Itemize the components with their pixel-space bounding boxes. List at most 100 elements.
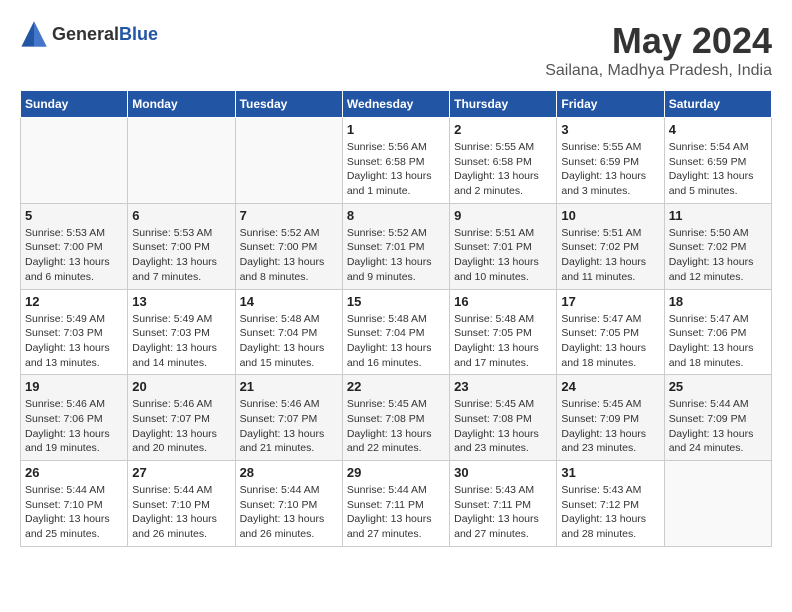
day-info: Sunrise: 5:55 AMSunset: 6:58 PMDaylight:… — [454, 140, 552, 199]
day-number: 24 — [561, 379, 659, 394]
day-number: 30 — [454, 465, 552, 480]
calendar-cell: 25Sunrise: 5:44 AMSunset: 7:09 PMDayligh… — [664, 375, 771, 461]
day-number: 16 — [454, 294, 552, 309]
day-info: Sunrise: 5:50 AMSunset: 7:02 PMDaylight:… — [669, 226, 767, 285]
calendar-cell: 28 Sunrise: 5:44 AMSunset: 7:10 PMDayligh… — [235, 461, 342, 547]
day-info: Sunrise: 5:52 AMSunset: 7:01 PMDaylight:… — [347, 226, 445, 285]
calendar-cell: 19Sunrise: 5:46 AMSunset: 7:06 PMDayligh… — [21, 375, 128, 461]
day-number: 11 — [669, 208, 767, 223]
calendar-cell: 7Sunrise: 5:52 AMSunset: 7:00 PMDaylight… — [235, 203, 342, 289]
calendar-cell: 4 Sunrise: 5:54 AMSunset: 6:59 PMDaylight… — [664, 118, 771, 204]
day-number: 8 — [347, 208, 445, 223]
day-info: Sunrise: 5:47 AMSunset: 7:05 PMDaylight:… — [561, 312, 659, 371]
day-number: 29 — [347, 465, 445, 480]
calendar-cell: 20 Sunrise: 5:46 AMSunset: 7:07 PMDayligh… — [128, 375, 235, 461]
day-info: Sunrise: 5:56 AMSunset: 6:58 PMDaylight:… — [347, 140, 445, 199]
weekday-header: Saturday — [664, 91, 771, 118]
calendar-cell: 22 Sunrise: 5:45 AMSunset: 7:08 PMDayligh… — [342, 375, 449, 461]
day-info: Sunrise: 5:48 AMSunset: 7:04 PMDaylight:… — [240, 312, 338, 371]
day-number: 6 — [132, 208, 230, 223]
day-number: 10 — [561, 208, 659, 223]
day-number: 15 — [347, 294, 445, 309]
weekday-header: Sunday — [21, 91, 128, 118]
calendar-cell: 1 Sunrise: 5:56 AMSunset: 6:58 PMDaylight… — [342, 118, 449, 204]
day-info: Sunrise: 5:51 AMSunset: 7:01 PMDaylight:… — [454, 226, 552, 285]
day-number: 28 — [240, 465, 338, 480]
day-info: Sunrise: 5:48 AMSunset: 7:04 PMDaylight:… — [347, 312, 445, 371]
calendar-cell — [235, 118, 342, 204]
calendar-cell: 5 Sunrise: 5:53 AMSunset: 7:00 PMDaylight… — [21, 203, 128, 289]
day-info: Sunrise: 5:49 AMSunset: 7:03 PMDaylight:… — [25, 312, 123, 371]
day-info: Sunrise: 5:46 AMSunset: 7:07 PMDaylight:… — [132, 397, 230, 456]
day-info: Sunrise: 5:46 AMSunset: 7:07 PMDaylight:… — [240, 397, 338, 456]
day-number: 26 — [25, 465, 123, 480]
day-info: Sunrise: 5:52 AMSunset: 7:00 PMDaylight:… — [240, 226, 338, 285]
day-info: Sunrise: 5:43 AMSunset: 7:12 PMDaylight:… — [561, 483, 659, 542]
day-info: Sunrise: 5:45 AMSunset: 7:09 PMDaylight:… — [561, 397, 659, 456]
calendar-cell: 16 Sunrise: 5:48 AMSunset: 7:05 PMDayligh… — [450, 289, 557, 375]
weekday-header: Friday — [557, 91, 664, 118]
day-info: Sunrise: 5:55 AMSunset: 6:59 PMDaylight:… — [561, 140, 659, 199]
location-title: Sailana, Madhya Pradesh, India — [545, 62, 772, 80]
calendar-cell — [21, 118, 128, 204]
day-number: 5 — [25, 208, 123, 223]
calendar-table: SundayMondayTuesdayWednesdayThursdayFrid… — [20, 90, 772, 547]
weekday-header-row: SundayMondayTuesdayWednesdayThursdayFrid… — [21, 91, 772, 118]
day-number: 3 — [561, 122, 659, 137]
day-info: Sunrise: 5:54 AMSunset: 6:59 PMDaylight:… — [669, 140, 767, 199]
calendar-week-row: 1 Sunrise: 5:56 AMSunset: 6:58 PMDaylight… — [21, 118, 772, 204]
logo-icon — [20, 20, 48, 48]
calendar-cell: 26 Sunrise: 5:44 AMSunset: 7:10 PMDayligh… — [21, 461, 128, 547]
calendar-cell: 17 Sunrise: 5:47 AMSunset: 7:05 PMDayligh… — [557, 289, 664, 375]
day-info: Sunrise: 5:49 AMSunset: 7:03 PMDaylight:… — [132, 312, 230, 371]
calendar-cell: 14Sunrise: 5:48 AMSunset: 7:04 PMDayligh… — [235, 289, 342, 375]
day-number: 1 — [347, 122, 445, 137]
day-info: Sunrise: 5:51 AMSunset: 7:02 PMDaylight:… — [561, 226, 659, 285]
weekday-header: Thursday — [450, 91, 557, 118]
day-info: Sunrise: 5:44 AMSunset: 7:10 PMDaylight:… — [240, 483, 338, 542]
day-number: 2 — [454, 122, 552, 137]
day-number: 9 — [454, 208, 552, 223]
day-info: Sunrise: 5:44 AMSunset: 7:10 PMDaylight:… — [25, 483, 123, 542]
day-info: Sunrise: 5:53 AMSunset: 7:00 PMDaylight:… — [25, 226, 123, 285]
day-number: 23 — [454, 379, 552, 394]
logo: GeneralBlue — [20, 20, 158, 48]
weekday-header: Tuesday — [235, 91, 342, 118]
calendar-cell: 6Sunrise: 5:53 AMSunset: 7:00 PMDaylight… — [128, 203, 235, 289]
day-info: Sunrise: 5:45 AMSunset: 7:08 PMDaylight:… — [347, 397, 445, 456]
calendar-cell: 30Sunrise: 5:43 AMSunset: 7:11 PMDayligh… — [450, 461, 557, 547]
day-info: Sunrise: 5:47 AMSunset: 7:06 PMDaylight:… — [669, 312, 767, 371]
calendar-cell — [664, 461, 771, 547]
calendar-cell: 31 Sunrise: 5:43 AMSunset: 7:12 PMDayligh… — [557, 461, 664, 547]
day-info: Sunrise: 5:46 AMSunset: 7:06 PMDaylight:… — [25, 397, 123, 456]
calendar-cell: 8 Sunrise: 5:52 AMSunset: 7:01 PMDaylight… — [342, 203, 449, 289]
day-number: 31 — [561, 465, 659, 480]
calendar-cell: 3 Sunrise: 5:55 AMSunset: 6:59 PMDaylight… — [557, 118, 664, 204]
calendar-cell: 2 Sunrise: 5:55 AMSunset: 6:58 PMDaylight… — [450, 118, 557, 204]
day-number: 12 — [25, 294, 123, 309]
calendar-cell: 29 Sunrise: 5:44 AMSunset: 7:11 PMDayligh… — [342, 461, 449, 547]
calendar-cell: 12 Sunrise: 5:49 AMSunset: 7:03 PMDayligh… — [21, 289, 128, 375]
day-info: Sunrise: 5:48 AMSunset: 7:05 PMDaylight:… — [454, 312, 552, 371]
calendar-week-row: 5 Sunrise: 5:53 AMSunset: 7:00 PMDaylight… — [21, 203, 772, 289]
day-info: Sunrise: 5:44 AMSunset: 7:11 PMDaylight:… — [347, 483, 445, 542]
day-number: 22 — [347, 379, 445, 394]
day-info: Sunrise: 5:44 AMSunset: 7:09 PMDaylight:… — [669, 397, 767, 456]
calendar-week-row: 26 Sunrise: 5:44 AMSunset: 7:10 PMDayligh… — [21, 461, 772, 547]
logo-text-general: General — [52, 24, 119, 44]
day-number: 21 — [240, 379, 338, 394]
calendar-cell: 23Sunrise: 5:45 AMSunset: 7:08 PMDayligh… — [450, 375, 557, 461]
calendar-cell: 24 Sunrise: 5:45 AMSunset: 7:09 PMDayligh… — [557, 375, 664, 461]
day-number: 17 — [561, 294, 659, 309]
calendar-week-row: 12 Sunrise: 5:49 AMSunset: 7:03 PMDayligh… — [21, 289, 772, 375]
day-info: Sunrise: 5:44 AMSunset: 7:10 PMDaylight:… — [132, 483, 230, 542]
logo-text-blue: Blue — [119, 24, 158, 44]
title-block: May 2024 Sailana, Madhya Pradesh, India — [545, 20, 772, 80]
day-number: 18 — [669, 294, 767, 309]
calendar-cell: 15 Sunrise: 5:48 AMSunset: 7:04 PMDayligh… — [342, 289, 449, 375]
calendar-cell: 9 Sunrise: 5:51 AMSunset: 7:01 PMDaylight… — [450, 203, 557, 289]
calendar-cell: 13Sunrise: 5:49 AMSunset: 7:03 PMDayligh… — [128, 289, 235, 375]
day-number: 20 — [132, 379, 230, 394]
calendar-cell — [128, 118, 235, 204]
day-number: 4 — [669, 122, 767, 137]
